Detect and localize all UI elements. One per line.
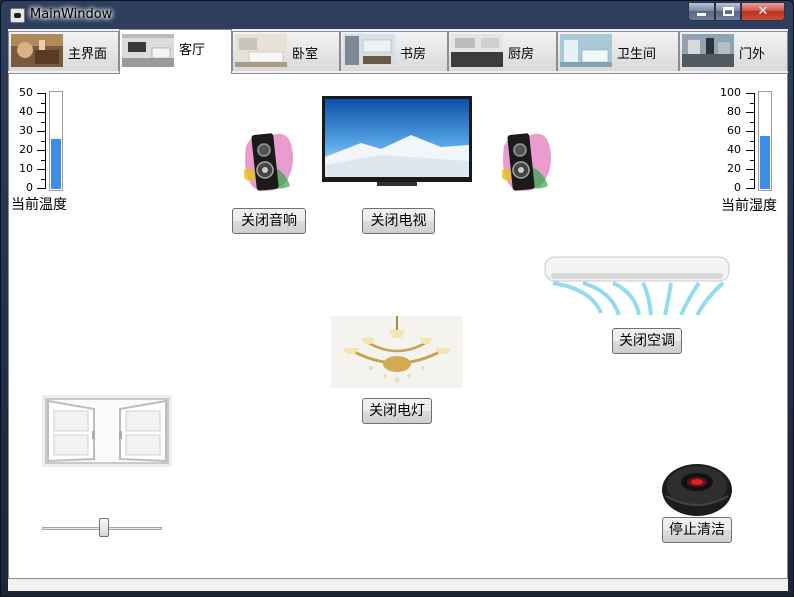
- tab-living-room[interactable]: 客厅: [119, 29, 232, 74]
- tab-label: 门外: [739, 47, 766, 62]
- tab-label: 书房: [400, 47, 427, 62]
- humidity-tick-label: 80: [727, 105, 741, 118]
- close-icon: ✕: [757, 4, 769, 19]
- temp-tick-label: 20: [19, 143, 33, 156]
- temp-tick-label: 30: [19, 124, 33, 137]
- curtain-slider-handle[interactable]: [99, 518, 109, 537]
- chandelier-icon: [331, 316, 463, 388]
- maximize-icon: [722, 7, 734, 16]
- kitchen-thumbnail-icon: [451, 34, 503, 67]
- temp-tick-label: 10: [19, 162, 33, 175]
- status-bar: [8, 579, 788, 591]
- tab-outdoor[interactable]: 门外: [679, 31, 788, 71]
- temp-tick-label: 50: [19, 86, 33, 99]
- main-room-thumbnail-icon: [11, 34, 63, 67]
- humidity-bar: [758, 91, 772, 191]
- left-speaker-icon: [244, 133, 294, 191]
- window-title: MainWindow: [30, 7, 113, 22]
- close-button[interactable]: ✕: [741, 2, 785, 21]
- robot-vacuum-icon: [660, 456, 734, 518]
- tab-main[interactable]: 主界面: [8, 31, 119, 71]
- tab-label: 主界面: [68, 47, 108, 62]
- tab-bedroom[interactable]: 卧室: [232, 31, 340, 71]
- bathroom-thumbnail-icon: [560, 34, 612, 67]
- temp-axis: [45, 93, 46, 189]
- minimize-button[interactable]: [688, 2, 715, 21]
- humidity-tick-label: 20: [727, 162, 741, 175]
- speaker-off-button[interactable]: 关闭音响: [232, 208, 306, 234]
- temp-tick-label: 40: [19, 105, 33, 118]
- tab-label: 卧室: [292, 47, 319, 62]
- maximize-button[interactable]: [715, 2, 741, 21]
- app-icon: [10, 8, 25, 23]
- main-window: MainWindow ✕ 主界面 客厅 卧室 书房 厨房 卫生间 门外 50 4…: [0, 0, 794, 597]
- minimize-icon: [697, 13, 706, 16]
- window-icon: [42, 395, 172, 467]
- tv-icon: [322, 96, 472, 186]
- light-off-button[interactable]: 关闭电灯: [362, 398, 432, 424]
- humidity-tick-label: 0: [734, 181, 741, 194]
- study-thumbnail-icon: [343, 34, 395, 67]
- humidity-bar-fill: [760, 136, 770, 189]
- temp-tick-label: 0: [26, 181, 33, 194]
- tab-bathroom[interactable]: 卫生间: [557, 31, 679, 71]
- living-room-panel: 50 40 30 20 10 0 当前温度 100 80 60 40 20 0 …: [8, 73, 788, 579]
- client-area: 主界面 客厅 卧室 书房 厨房 卫生间 门外 50 40 30 20 10 0 …: [8, 29, 788, 591]
- ac-off-button[interactable]: 关闭空调: [612, 328, 682, 354]
- temperature-bar: [49, 91, 63, 191]
- humidity-axis: [754, 93, 755, 189]
- cleaner-stop-button[interactable]: 停止清洁: [662, 517, 732, 543]
- tab-label: 客厅: [179, 43, 206, 58]
- tab-kitchen[interactable]: 厨房: [448, 31, 557, 71]
- room-tab-bar: 主界面 客厅 卧室 书房 厨房 卫生间 门外: [8, 29, 788, 74]
- right-speaker-icon: [502, 133, 552, 191]
- living-room-thumbnail-icon: [122, 34, 174, 67]
- caption-buttons: ✕: [688, 2, 785, 21]
- tab-label: 厨房: [508, 47, 535, 62]
- tab-study[interactable]: 书房: [340, 31, 448, 71]
- tab-label: 卫生间: [617, 47, 657, 62]
- outdoor-thumbnail-icon: [682, 34, 734, 67]
- humidity-tick-label: 40: [727, 143, 741, 156]
- title-bar: MainWindow ✕: [1, 1, 793, 29]
- humidity-caption: 当前湿度: [721, 198, 777, 214]
- humidity-tick-label: 100: [720, 86, 741, 99]
- temperature-bar-fill: [51, 139, 61, 189]
- bedroom-thumbnail-icon: [235, 34, 287, 67]
- tv-off-button[interactable]: 关闭电视: [362, 208, 435, 234]
- temperature-caption: 当前温度: [11, 197, 67, 213]
- air-conditioner-icon: [531, 255, 743, 317]
- humidity-tick-label: 60: [727, 124, 741, 137]
